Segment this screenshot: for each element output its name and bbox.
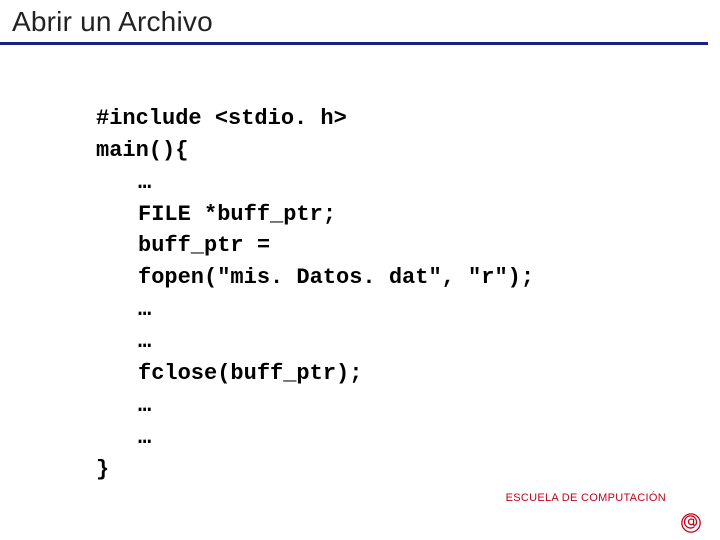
footer-text: ESCUELA DE COMPUTACIÓN — [506, 492, 666, 504]
code-line: main(){ — [96, 138, 188, 163]
code-line: #include <stdio. h> — [96, 106, 347, 131]
code-line: … — [96, 390, 720, 422]
code-line: buff_ptr = — [96, 230, 720, 262]
slide: Abrir un Archivo #include <stdio. h> mai… — [0, 0, 720, 540]
code-line: fclose(buff_ptr); — [96, 358, 720, 390]
at-logo-icon — [680, 512, 702, 534]
code-line: FILE *buff_ptr; — [96, 199, 720, 231]
title-underline — [0, 42, 708, 45]
code-line: fopen("mis. Datos. dat", "r"); — [96, 262, 720, 294]
slide-title: Abrir un Archivo — [12, 6, 708, 38]
code-line: … — [96, 326, 720, 358]
code-line: … — [96, 167, 720, 199]
code-block: #include <stdio. h> main(){ …FILE *buff_… — [96, 71, 720, 517]
code-line: } — [96, 457, 109, 482]
title-area: Abrir un Archivo — [0, 0, 720, 38]
code-line: … — [96, 294, 720, 326]
code-line: … — [96, 422, 720, 454]
